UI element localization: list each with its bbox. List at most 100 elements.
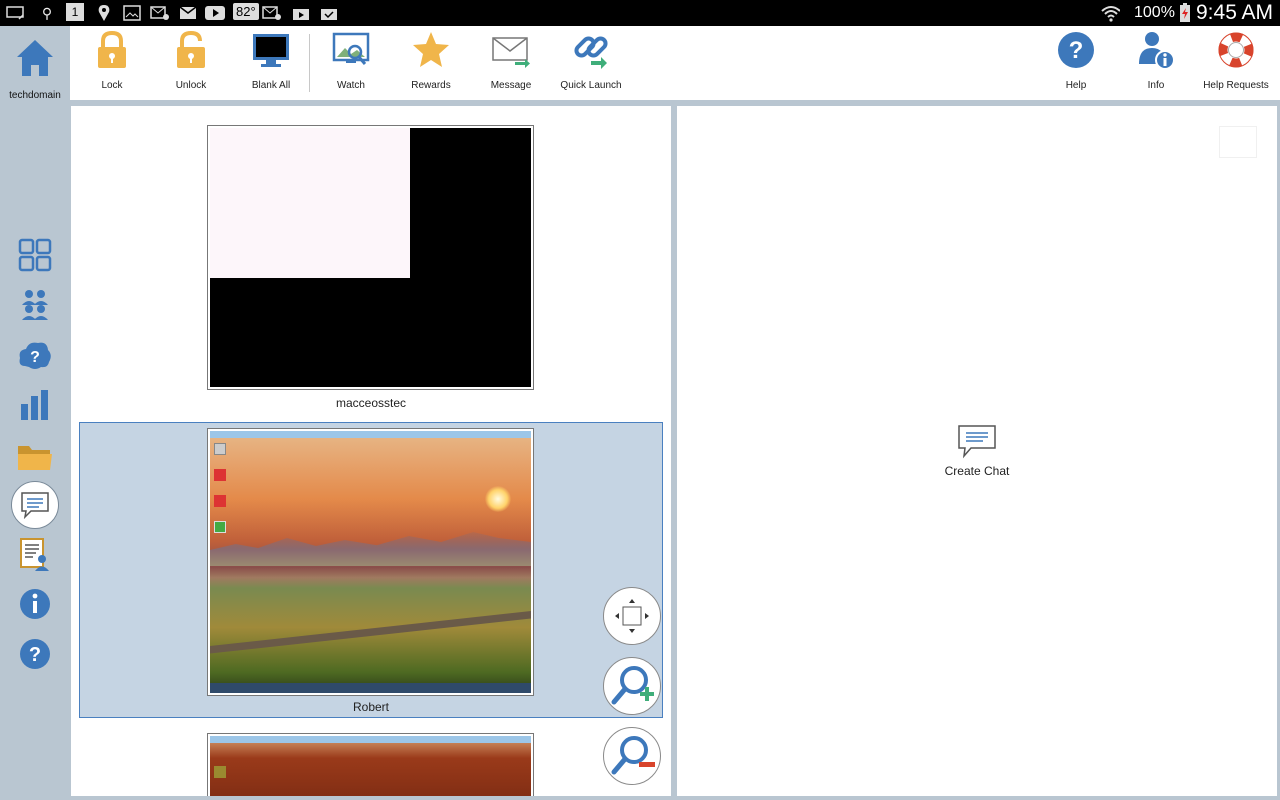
- create-chat-label: Create Chat: [944, 464, 1010, 478]
- info-button[interactable]: Info: [1116, 30, 1196, 96]
- rewards-label: Rewards: [411, 80, 451, 91]
- desktop-icon: [214, 495, 226, 507]
- reports-icon: [21, 390, 48, 420]
- fence-graphic: [210, 611, 531, 654]
- user-info-icon: [1139, 32, 1175, 70]
- thumbnails-icon: [18, 238, 52, 272]
- toolbar: Lock Unlock Blank All Watch Rewards Mess…: [70, 26, 1280, 100]
- notification-badge-icon: 1: [66, 3, 84, 21]
- student-thumbnail[interactable]: [207, 428, 534, 696]
- student-screen-desktop: [210, 431, 531, 693]
- lock-button[interactable]: Lock: [72, 30, 152, 96]
- gmail-icon: [178, 3, 198, 23]
- fit-screen-icon: [615, 599, 649, 633]
- home-icon: [17, 40, 53, 76]
- message-label: Message: [490, 80, 532, 91]
- battery-percent: 100%: [1134, 4, 1175, 21]
- chat-icon: [21, 492, 49, 520]
- desktop-icon: [214, 766, 226, 778]
- blank-all-button[interactable]: Blank All: [231, 30, 311, 96]
- zoom-out-icon: [611, 736, 655, 775]
- lock-label: Lock: [101, 80, 123, 91]
- student-thumbnail[interactable]: [207, 125, 534, 390]
- quick-launch-label: Quick Launch: [560, 80, 622, 91]
- taskbar: [210, 683, 531, 693]
- svg-text:?: ?: [29, 644, 41, 666]
- svg-text:?: ?: [1069, 37, 1084, 64]
- nav-students[interactable]: [14, 284, 56, 326]
- nav-thumbnails[interactable]: [14, 234, 56, 276]
- message-button[interactable]: Message: [471, 30, 551, 96]
- svg-text:?: ?: [30, 349, 40, 366]
- sun-graphic: [485, 486, 511, 512]
- watch-button[interactable]: Watch: [311, 30, 391, 96]
- message-icon: [492, 37, 530, 68]
- window-title-bar: [210, 431, 531, 438]
- weather-temperature: 82°: [233, 3, 259, 20]
- info-label: Info: [1147, 80, 1165, 91]
- help-button[interactable]: ? Help: [1036, 30, 1116, 96]
- home-button[interactable]: techdomain: [0, 36, 70, 101]
- zoom-in-icon: [611, 666, 654, 705]
- desktop-icon: [214, 443, 226, 455]
- zoom-in-button[interactable]: [603, 657, 661, 715]
- unlock-button[interactable]: Unlock: [151, 30, 231, 96]
- help-requests-button[interactable]: Help Requests: [1196, 30, 1276, 96]
- nav-files[interactable]: [14, 436, 56, 478]
- rewards-button[interactable]: Rewards: [391, 30, 471, 96]
- nav-reports[interactable]: [14, 384, 56, 426]
- quick-launch-button[interactable]: Quick Launch: [551, 30, 631, 96]
- sidebar: techdomain ? ?: [0, 26, 70, 800]
- lock-icon: [98, 30, 126, 68]
- roster-icon: [20, 538, 49, 571]
- nav-chat[interactable]: [11, 481, 59, 529]
- fit-to-screen-button[interactable]: [603, 587, 661, 645]
- watch-icon: [332, 32, 370, 65]
- desktop-icon: [214, 469, 226, 481]
- star-icon: [413, 32, 449, 67]
- help-icon: ?: [1058, 32, 1094, 68]
- folder-icon: [18, 446, 52, 470]
- watch-label: Watch: [337, 80, 365, 91]
- email-alt-icon: [262, 3, 282, 23]
- blank-all-label: Blank All: [251, 80, 291, 91]
- location-icon: [94, 3, 114, 23]
- mountains-graphic: [210, 532, 531, 566]
- usb-icon: ⚲: [41, 4, 53, 21]
- student-screen-desktop: [210, 736, 531, 796]
- create-chat-button[interactable]: Create Chat: [927, 424, 1027, 478]
- status-bar: ⚲ 1 82° 100% 9:45 AM: [0, 0, 1280, 26]
- toolbar-separator: [309, 34, 310, 92]
- blank-window: [210, 128, 410, 278]
- panel-corner-button[interactable]: [1219, 126, 1257, 158]
- lifebuoy-icon: [1218, 32, 1254, 68]
- window-title-bar: [210, 736, 531, 743]
- school-name: techdomain: [9, 90, 61, 101]
- unlock-icon: [177, 30, 205, 68]
- student-thumbnails-panel: macceosstec Robert: [71, 106, 671, 796]
- monitor-icon: [253, 34, 289, 67]
- help-cloud-icon: ?: [19, 342, 51, 369]
- nav-help[interactable]: ?: [14, 633, 56, 675]
- unlock-label: Unlock: [175, 80, 207, 91]
- link-icon: [574, 36, 608, 69]
- clock: 9:45 AM: [1196, 1, 1274, 24]
- student-screen: [210, 128, 531, 387]
- student-thumbnail[interactable]: [207, 733, 534, 796]
- desktop-icon: [214, 521, 226, 533]
- students-icon: [22, 290, 48, 320]
- battery-charging-icon: [1175, 3, 1195, 23]
- app-update-icon: [319, 3, 339, 23]
- nav-info[interactable]: [14, 583, 56, 625]
- zoom-out-button[interactable]: [603, 727, 661, 785]
- info-icon: [20, 589, 50, 619]
- nav-roster[interactable]: [14, 534, 56, 576]
- chat-panel: Create Chat: [677, 106, 1277, 796]
- help-icon: ?: [20, 639, 50, 669]
- student-name: macceosstec: [335, 396, 407, 410]
- nav-help-cloud[interactable]: ?: [14, 334, 56, 376]
- help-label: Help: [1065, 80, 1087, 91]
- cast-icon: [6, 3, 26, 23]
- chat-icon: [958, 425, 996, 459]
- student-name: Robert: [352, 700, 390, 714]
